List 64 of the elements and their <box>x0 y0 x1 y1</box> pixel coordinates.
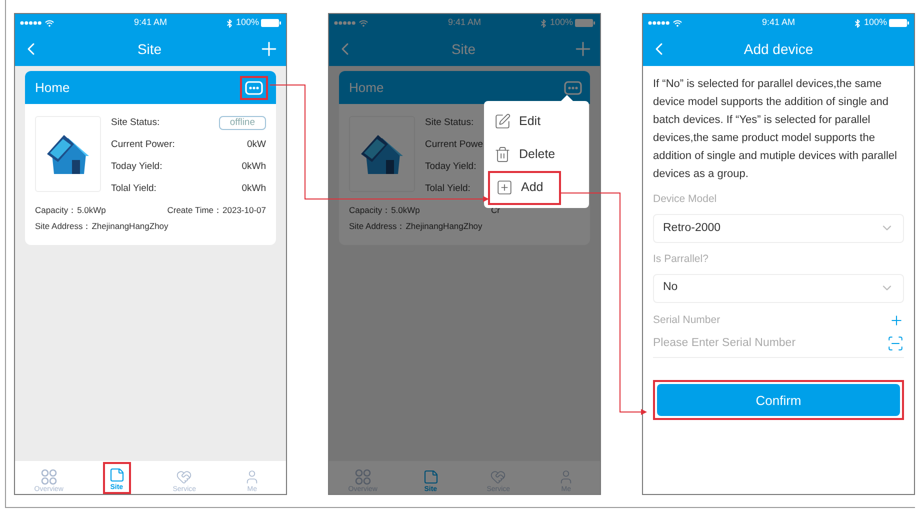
plus-square-icon <box>496 179 513 196</box>
status-time: 9:41 AM <box>448 16 482 30</box>
bluetooth-icon <box>224 18 234 28</box>
field-label: Site Status: <box>425 116 474 130</box>
field-label: Is Parrallel? <box>653 252 710 267</box>
card-title: Home <box>35 78 70 97</box>
intro-paragraph: If “No” is selected for parallel devices,the same device model supports the addition of single and batch devices. If “Yes” is selected for parallel devices,the same product model supports the addition of single and mutiple devices with parallel devices as a group. <box>653 77 898 182</box>
status-time: 9:41 AM <box>762 16 796 30</box>
status-time: 9:41 AM <box>134 16 168 30</box>
signal-icon <box>20 21 42 25</box>
field-label: Serial Number <box>653 312 720 328</box>
field-label: Today Yield: <box>425 160 476 174</box>
serial-input[interactable]: Please Enter Serial Number <box>653 335 887 352</box>
battery-icon <box>889 19 909 27</box>
heart-hands-icon <box>176 469 192 485</box>
info-text: Capacity：5.0kWp <box>349 204 420 217</box>
field-label: Tolal Yield: <box>425 182 470 196</box>
field-value: 0kWh <box>242 160 266 174</box>
field-label: Current Powe <box>425 138 484 152</box>
info-text: Site Address：ZhejinangHangZhoy <box>349 220 482 231</box>
info-text: Site Address：ZhejinangHangZhoy <box>35 220 168 231</box>
card-title: Home <box>349 78 384 97</box>
confirm-button[interactable]: Confirm <box>657 384 900 416</box>
note-icon <box>108 467 125 483</box>
heart-hands-icon <box>490 469 506 485</box>
field-value: 0kW <box>247 138 266 152</box>
field-value: 0kWh <box>242 182 266 196</box>
battery-percent: 100% <box>864 16 887 30</box>
select-field[interactable]: Retro-2000 <box>653 214 904 243</box>
wifi-icon <box>673 20 682 26</box>
wifi-icon <box>45 20 54 26</box>
note-icon <box>422 469 439 485</box>
bluetooth-icon <box>852 18 862 28</box>
signal-icon <box>334 21 356 25</box>
field-label: Site Status: <box>111 116 160 130</box>
select-field[interactable]: No <box>653 274 904 302</box>
info-text: Create Time：2023-10-07 <box>167 204 266 217</box>
field-label: Today Yield: <box>111 160 162 174</box>
trash-icon <box>494 146 511 163</box>
grid-icon <box>40 469 57 485</box>
menu-item[interactable]: Delete <box>488 140 562 170</box>
screen-title: Add device <box>744 40 814 58</box>
field-label: Current Power: <box>111 138 175 152</box>
pen-icon <box>494 113 511 130</box>
more-icon[interactable] <box>245 80 263 94</box>
battery-percent: 100% <box>550 16 573 30</box>
screen-title: Site <box>451 40 476 58</box>
info-text: Capacity：5.0kWp <box>35 204 106 217</box>
battery-percent: 100% <box>236 16 259 30</box>
signal-icon <box>648 21 670 25</box>
screen-title: Site <box>137 40 162 58</box>
wifi-icon <box>359 20 368 26</box>
bluetooth-icon <box>538 18 548 28</box>
more-icon[interactable] <box>564 80 582 94</box>
scan-icon[interactable] <box>887 335 904 352</box>
field-label: Tolal Yield: <box>111 182 156 196</box>
menu-item[interactable]: Edit <box>488 106 547 136</box>
add-icon[interactable] <box>889 312 904 328</box>
battery-icon <box>575 19 595 27</box>
menu-item[interactable]: Add <box>490 172 550 202</box>
field-label: Device Model <box>653 192 718 207</box>
battery-icon <box>261 19 281 27</box>
status-badge: offline <box>218 116 266 130</box>
grid-icon <box>354 469 371 485</box>
